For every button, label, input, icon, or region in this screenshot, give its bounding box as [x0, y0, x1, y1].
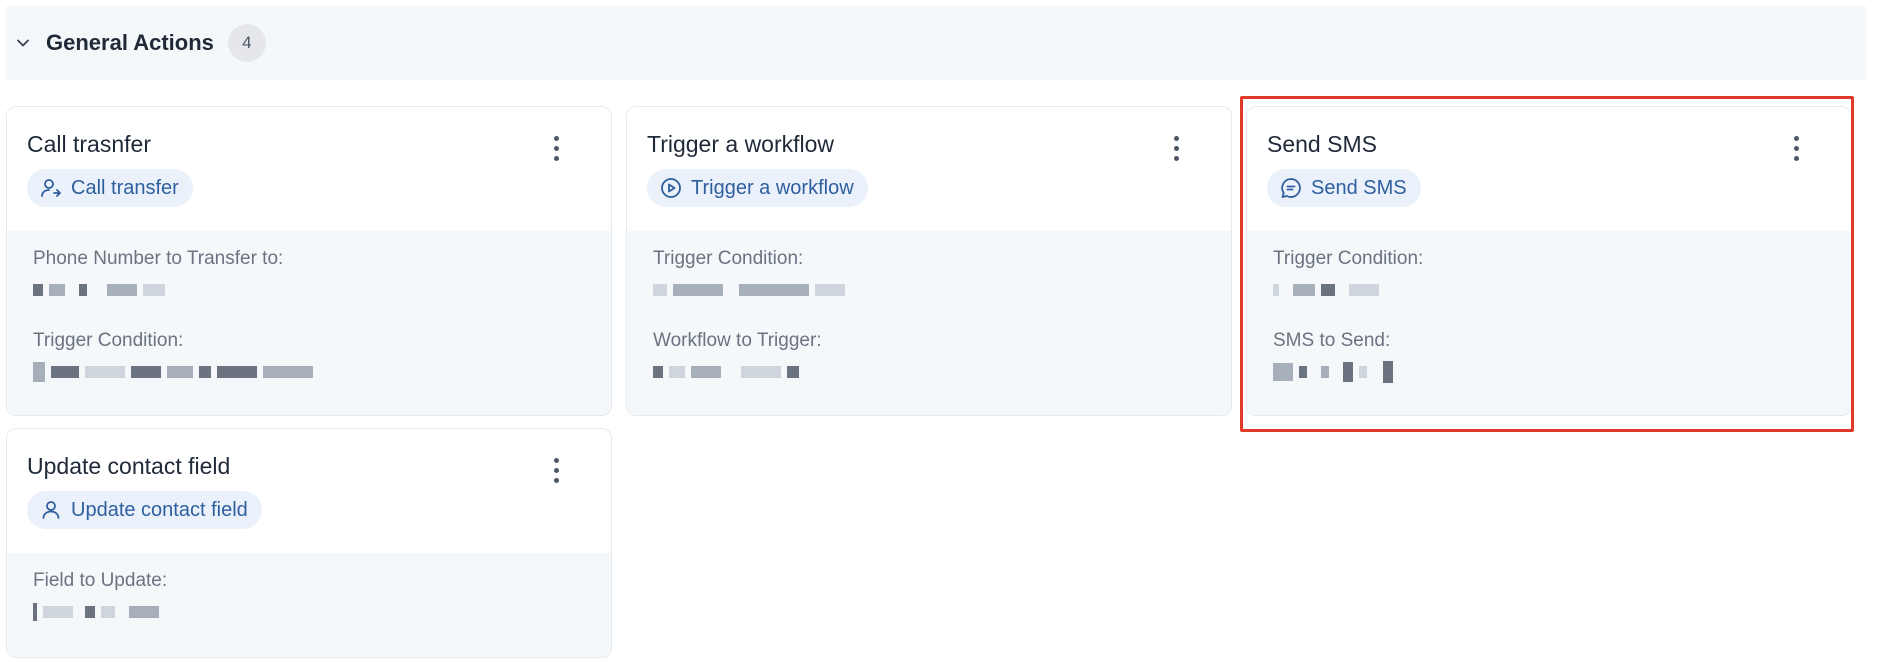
redacted-value: [1273, 359, 1825, 385]
field-label: Workflow to Trigger:: [653, 330, 822, 351]
card-title: Send SMS: [1267, 131, 1377, 157]
redacted-value: [33, 359, 585, 385]
action-type-pill: Call transfer: [27, 169, 193, 207]
action-type-pill: Send SMS: [1267, 169, 1421, 207]
field-workflow-to-trigger: Workflow to Trigger:: [653, 329, 1205, 385]
card-title: Trigger a workflow: [647, 131, 835, 157]
redacted-value: [653, 277, 1205, 303]
field-phone-number: Phone Number to Transfer to:: [33, 247, 585, 303]
user-icon: [39, 498, 63, 522]
section-header[interactable]: General Actions 4: [6, 6, 1866, 80]
action-card-call-transfer[interactable]: Call trasnfer Call transfer Phone Number…: [6, 106, 612, 416]
action-card-send-sms[interactable]: Send SMS Send SMS Trigger Condition: SMS…: [1246, 106, 1852, 416]
more-options-icon[interactable]: [543, 453, 569, 487]
pill-label: Send SMS: [1311, 176, 1407, 199]
card-title: Call trasnfer: [27, 131, 151, 157]
field-label: Trigger Condition:: [653, 248, 804, 269]
more-options-icon[interactable]: [1783, 131, 1809, 165]
action-type-pill: Update contact field: [27, 491, 262, 529]
action-type-pill: Trigger a workflow: [647, 169, 868, 207]
card-title: Update contact field: [27, 453, 231, 479]
play-circle-icon: [659, 176, 683, 200]
section-title: General Actions: [46, 30, 214, 55]
field-label: Phone Number to Transfer to:: [33, 248, 284, 269]
user-arrow-icon: [39, 176, 63, 200]
redacted-value: [33, 599, 585, 625]
field-sms-to-send: SMS to Send:: [1273, 329, 1825, 385]
field-label: Trigger Condition:: [1273, 248, 1424, 269]
action-card-update-contact-field[interactable]: Update contact field Update contact fiel…: [6, 428, 612, 658]
action-card-trigger-workflow[interactable]: Trigger a workflow Trigger a workflow Tr…: [626, 106, 1232, 416]
redacted-value: [33, 277, 585, 303]
field-trigger-condition: Trigger Condition:: [33, 329, 585, 385]
field-trigger-condition: Trigger Condition:: [653, 247, 1205, 303]
field-label: Field to Update:: [33, 570, 168, 591]
more-options-icon[interactable]: [543, 131, 569, 165]
message-icon: [1279, 176, 1303, 200]
pill-label: Update contact field: [71, 498, 248, 521]
field-to-update: Field to Update:: [33, 569, 585, 625]
field-trigger-condition: Trigger Condition:: [1273, 247, 1825, 303]
pill-label: Call transfer: [71, 176, 179, 199]
chevron-down-icon[interactable]: [12, 32, 34, 54]
redacted-value: [653, 359, 1205, 385]
count-badge: 4: [227, 24, 266, 62]
more-options-icon[interactable]: [1163, 131, 1189, 165]
redacted-value: [1273, 277, 1825, 303]
pill-label: Trigger a workflow: [691, 176, 854, 199]
field-label: SMS to Send:: [1273, 330, 1391, 351]
field-label: Trigger Condition:: [33, 330, 184, 351]
